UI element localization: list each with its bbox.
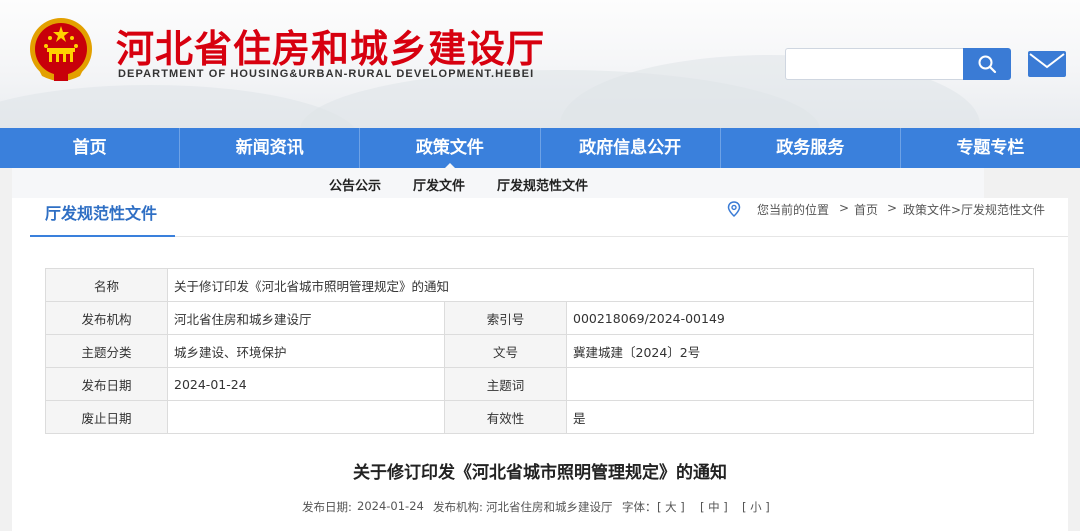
nav-item-topics[interactable]: 专题专栏 [901, 128, 1080, 168]
breadcrumb-separator: > [887, 201, 898, 215]
article-title: 关于修订印发《河北省城市照明管理规定》的通知 [353, 463, 727, 483]
table-row: 名称 关于修订印发《河北省城市照明管理规定》的通知 [45, 268, 1034, 302]
table-row: 发布日期 2024-01-24 主题词 [45, 367, 1034, 401]
table-row: 主题分类 城乡建设、环境保护 文号 冀建城建〔2024〕2号 [45, 334, 1034, 368]
meta-date: 2024-01-24 [357, 499, 424, 513]
nav-item-services[interactable]: 政务服务 [721, 128, 901, 168]
table-cell-label: 名称 [45, 268, 168, 302]
table-cell-label: 索引号 [444, 301, 567, 335]
table-cell-label: 主题分类 [45, 334, 168, 368]
section-tab-label: 厅发规范性文件 [45, 204, 158, 223]
national-emblem-icon [30, 18, 92, 81]
meta-font-label: 字体： [622, 500, 657, 514]
table-cell-value: 关于修订印发《河北省城市照明管理规定》的通知 [167, 268, 1034, 302]
location-pin-icon [727, 201, 741, 217]
meta-date-label: 发布日期: [302, 500, 352, 514]
font-size-large-button[interactable]: [ 大 ] [657, 499, 685, 515]
table-cell-value: 河北省住房和城乡建设厅 [167, 301, 445, 335]
nav-item-policy[interactable]: 政策文件 [360, 128, 541, 168]
breadcrumb-path-link[interactable]: 政策文件>厅发规范性文件 [903, 201, 1045, 218]
background-hill [0, 85, 360, 128]
search-button[interactable] [963, 48, 1011, 80]
search-icon [978, 55, 997, 74]
site-subtitle: DEPARTMENT OF HOUSING&URBAN-RURAL DEVELO… [118, 68, 535, 80]
mail-icon[interactable] [1027, 49, 1067, 79]
table-cell-value: 000218069/2024-00149 [566, 301, 1034, 335]
table-cell-label: 废止日期 [45, 400, 168, 434]
meta-org-label: 发布机构: [433, 500, 483, 514]
table-cell-value: 冀建城建〔2024〕2号 [566, 334, 1034, 368]
nav-active-indicator [443, 163, 457, 170]
font-size-medium-button[interactable]: [ 中 ] [700, 499, 728, 515]
table-cell-label: 主题词 [444, 367, 567, 401]
main-nav: 首页 新闻资讯 政策文件 政府信息公开 政务服务 专题专栏 [0, 128, 1080, 168]
font-size-small-button[interactable]: [ 小 ] [742, 499, 770, 515]
search-input[interactable] [785, 48, 963, 80]
site-title: 河北省住房和城乡建设厅 [116, 27, 546, 71]
breadcrumb-home-link[interactable]: 首页 [854, 201, 878, 218]
nav-item-gov-info[interactable]: 政府信息公开 [541, 128, 721, 168]
document-info-table: 名称 关于修订印发《河北省城市照明管理规定》的通知 发布机构 河北省住房和城乡建… [45, 268, 1034, 434]
table-row: 废止日期 有效性 是 [45, 400, 1034, 434]
table-cell-label: 发布机构 [45, 301, 168, 335]
nav-item-home[interactable]: 首页 [0, 128, 181, 168]
subnav-item-announcements[interactable]: 公告公示 [329, 175, 381, 194]
table-cell-value [566, 367, 1034, 401]
table-cell-value: 2024-01-24 [167, 367, 445, 401]
meta-org: 河北省住房和城乡建设厅 [486, 500, 613, 514]
subnav-item-normative-documents[interactable]: 厅发规范性文件 [497, 175, 588, 194]
table-cell-label: 有效性 [444, 400, 567, 434]
table-cell-value: 城乡建设、环境保护 [167, 334, 445, 368]
breadcrumb-prefix: 您当前的位置 [757, 203, 830, 217]
nav-item-news[interactable]: 新闻资讯 [180, 128, 361, 168]
table-cell-value: 是 [566, 400, 1034, 434]
table-cell-label: 发布日期 [45, 367, 168, 401]
table-cell-label: 文号 [444, 334, 567, 368]
subnav-item-dept-documents[interactable]: 厅发文件 [413, 175, 465, 194]
table-cell-value [167, 400, 445, 434]
divider [175, 236, 1068, 237]
table-row: 发布机构 河北省住房和城乡建设厅 索引号 000218069/2024-0014… [45, 301, 1034, 335]
breadcrumb-separator: > [839, 201, 850, 215]
